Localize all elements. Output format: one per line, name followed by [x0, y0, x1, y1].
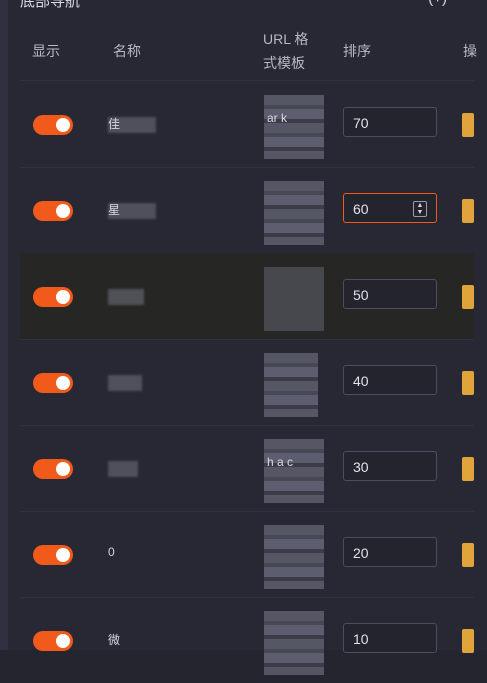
toggle-knob — [56, 462, 70, 476]
col-sort: 排序 — [343, 43, 371, 59]
row-name: 微 — [108, 633, 121, 647]
action-button[interactable] — [462, 457, 474, 481]
toggle-knob — [56, 548, 70, 562]
sort-input[interactable]: 60 ▲ ▼ — [343, 193, 437, 223]
visibility-toggle[interactable] — [33, 545, 73, 565]
url-redacted — [264, 181, 324, 245]
sort-input[interactable]: 40 — [343, 365, 437, 395]
sort-input[interactable]: 50 — [343, 279, 437, 309]
name-redacted — [108, 461, 138, 477]
sort-input[interactable]: 10 — [343, 623, 437, 653]
panel-title: 底部导航 — [20, 0, 81, 10]
action-button[interactable] — [462, 285, 474, 309]
url-redacted — [264, 439, 324, 503]
action-button[interactable] — [462, 113, 474, 137]
url-redacted — [264, 353, 318, 417]
url-redacted — [264, 267, 324, 331]
visibility-toggle[interactable] — [33, 201, 73, 221]
table-row: h a c 30 — [20, 425, 474, 512]
visibility-toggle[interactable] — [33, 373, 73, 393]
name-redacted — [108, 375, 142, 391]
visibility-toggle[interactable] — [33, 115, 73, 135]
row-name: 佳 — [108, 117, 121, 131]
spinner-icon[interactable]: ▲ ▼ — [413, 201, 427, 217]
visibility-toggle[interactable] — [33, 631, 73, 651]
table-row: 佳 ar k 70 — [20, 81, 474, 168]
table-row: 40 — [20, 339, 474, 426]
table-row: 0 20 — [20, 511, 474, 598]
visibility-toggle[interactable] — [33, 459, 73, 479]
action-button[interactable] — [462, 543, 474, 567]
table-row: 星 60 ▲ ▼ — [20, 167, 474, 254]
toggle-knob — [56, 118, 70, 132]
table-row: 微 10 — [20, 597, 474, 683]
col-name: 名称 — [113, 43, 141, 59]
col-show: 显示 — [32, 43, 60, 59]
sort-input[interactable]: 20 — [343, 537, 437, 567]
left-strip — [0, 0, 8, 650]
col-url-template: URL 格式模板 — [263, 31, 309, 71]
action-button[interactable] — [462, 371, 474, 395]
sort-input[interactable]: 30 — [343, 451, 437, 481]
row-url: h a c — [267, 455, 294, 469]
toggle-knob — [56, 204, 70, 218]
url-redacted — [264, 611, 324, 675]
toggle-knob — [56, 634, 70, 648]
table-row: 50 — [20, 253, 474, 340]
toggle-knob — [56, 290, 70, 304]
table-header: 显示 名称 URL 格式模板 排序 操 — [20, 22, 487, 80]
action-button[interactable] — [462, 629, 474, 653]
toggle-knob — [56, 376, 70, 390]
col-actions: 操 — [463, 43, 477, 59]
row-name: 0 — [108, 545, 115, 559]
row-name: 星 — [108, 203, 121, 217]
panel-right-label: (+) — [428, 0, 447, 7]
row-url: ar k — [267, 111, 288, 125]
url-redacted — [264, 525, 324, 589]
sort-value: 60 — [353, 201, 369, 217]
url-redacted — [264, 95, 324, 159]
name-redacted — [108, 289, 144, 305]
visibility-toggle[interactable] — [33, 287, 73, 307]
action-button[interactable] — [462, 199, 474, 223]
sort-input[interactable]: 70 — [343, 107, 437, 137]
